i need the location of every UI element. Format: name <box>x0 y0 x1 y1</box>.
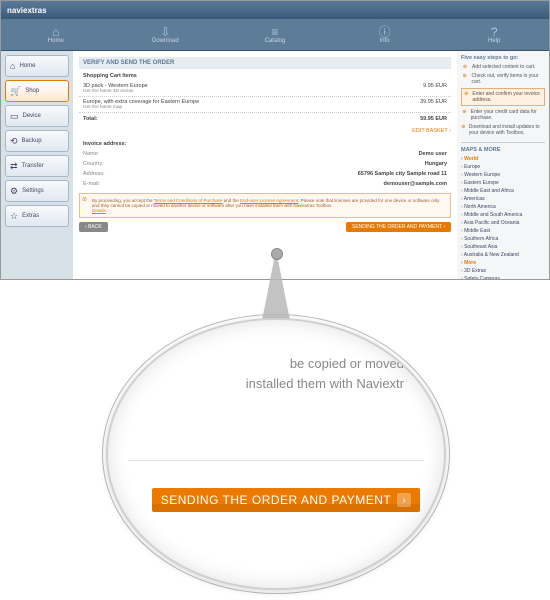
section-title: VERIFY AND SEND THE ORDER <box>79 57 451 69</box>
zoomed-text: be copied or moved installed them with N… <box>158 354 404 393</box>
step-item-active: ⊕Enter and confirm your invoice address. <box>461 88 545 106</box>
home-icon: ⌂ <box>1 26 111 38</box>
list-item[interactable]: Eastern Europe <box>461 179 545 187</box>
list-item[interactable]: Asia Pacific and Oceania <box>461 219 545 227</box>
back-button[interactable]: ‹ BACK <box>79 222 108 232</box>
maps-title: MAPS & MORE <box>461 142 545 153</box>
star-icon: ☆ <box>10 211 18 222</box>
step-item: ⊕Enter your credit card data for purchas… <box>461 109 545 121</box>
list-item[interactable]: Safety Cameras <box>461 275 545 279</box>
list-item[interactable]: Americas <box>461 195 545 203</box>
order-panel: VERIFY AND SEND THE ORDER Shopping Cart … <box>73 51 457 279</box>
topnav-catalog[interactable]: ≡Catalog <box>220 26 330 44</box>
step-item: ⊕Check out, verify items in your cart. <box>461 73 545 85</box>
transfer-icon: ⇄ <box>10 161 18 172</box>
gear-icon: ⚙ <box>10 186 18 197</box>
list-item[interactable]: Europe <box>461 163 545 171</box>
list-item[interactable]: Middle and South America <box>461 211 545 219</box>
region-list: World Europe Western Europe Eastern Euro… <box>461 155 545 279</box>
sidebar-device[interactable]: ▭Device <box>5 105 69 127</box>
send-order-button-zoom[interactable]: SENDING THE ORDER AND PAYMENT › <box>152 488 420 512</box>
cart-header: Shopping Cart Items <box>83 73 447 79</box>
step-item: ⊕Add selected content to cart. <box>461 64 545 70</box>
download-icon: ⇩ <box>111 26 221 38</box>
list-item[interactable]: Western Europe <box>461 171 545 179</box>
step-item: ⊕Download and install updates to your de… <box>461 124 545 136</box>
app-logo: naviextras <box>7 6 47 15</box>
list-item[interactable]: Southeast Asia <box>461 243 545 251</box>
titlebar: naviextras <box>1 1 549 19</box>
total-label: Total: <box>83 116 98 122</box>
topnav-help[interactable]: ?Help <box>439 26 549 44</box>
sidebar-transfer[interactable]: ⇄Transfer <box>5 155 69 177</box>
list-item[interactable]: Southern Africa <box>461 235 545 243</box>
sidebar-backup[interactable]: ⟲Backup <box>5 130 69 152</box>
cart-icon: 🛒 <box>10 86 21 97</box>
sidebar-extras[interactable]: ☆Extras <box>5 205 69 227</box>
list-head[interactable]: World <box>461 155 545 163</box>
topnav-info[interactable]: ⓘInfo <box>330 26 440 44</box>
list-item[interactable]: Middle East <box>461 227 545 235</box>
sidebar-settings[interactable]: ⚙Settings <box>5 180 69 202</box>
right-column: Five easy steps to go: ⊕Add selected con… <box>457 51 549 279</box>
send-order-button[interactable]: SENDING THE ORDER AND PAYMENT › <box>346 222 451 232</box>
cart-item: Europe, with extra coverage for Eastern … <box>79 97 451 113</box>
backup-icon: ⟲ <box>10 136 18 147</box>
topnav-home[interactable]: ⌂Home <box>1 26 111 44</box>
magnifier-lens: be copied or moved installed them with N… <box>106 318 446 590</box>
list-item[interactable]: Australia & New Zealand <box>461 251 545 259</box>
sidebar-shop[interactable]: 🛒Shop <box>5 80 69 102</box>
device-icon: ▭ <box>10 111 19 122</box>
help-icon: ? <box>439 26 549 38</box>
home-icon: ⌂ <box>10 61 15 71</box>
sidebar: ⌂Home 🛒Shop ▭Device ⟲Backup ⇄Transfer ⚙S… <box>1 51 73 279</box>
edit-basket-link[interactable]: EDIT BASKET › <box>79 125 451 137</box>
details-link[interactable]: Details <box>92 208 106 213</box>
terms-notice: By proceeding, you accept the Terms and … <box>79 193 451 218</box>
list-item[interactable]: North America <box>461 203 545 211</box>
sidebar-home[interactable]: ⌂Home <box>5 55 69 77</box>
info-icon: ⓘ <box>330 26 440 38</box>
steps-title: Five easy steps to go: <box>461 55 545 61</box>
invoice-header: Invoice address: <box>83 141 447 147</box>
top-nav: ⌂Home ⇩Download ≡Catalog ⓘInfo ?Help <box>1 19 549 51</box>
list-head[interactable]: More <box>461 259 545 267</box>
divider <box>128 460 424 461</box>
list-item[interactable]: Middle East and Africa <box>461 187 545 195</box>
cart-item: 3D pack - Western Europe9.95 EUR Get the… <box>79 81 451 97</box>
zoom-anchor <box>271 248 283 260</box>
topnav-download[interactable]: ⇩Download <box>111 26 221 44</box>
total-value: 59.95 EUR <box>420 116 447 122</box>
catalog-icon: ≡ <box>220 26 330 38</box>
chevron-right-icon: › <box>397 493 411 507</box>
app-window: naviextras ⌂Home ⇩Download ≡Catalog ⓘInf… <box>0 0 550 280</box>
list-item[interactable]: 3D Extras <box>461 267 545 275</box>
